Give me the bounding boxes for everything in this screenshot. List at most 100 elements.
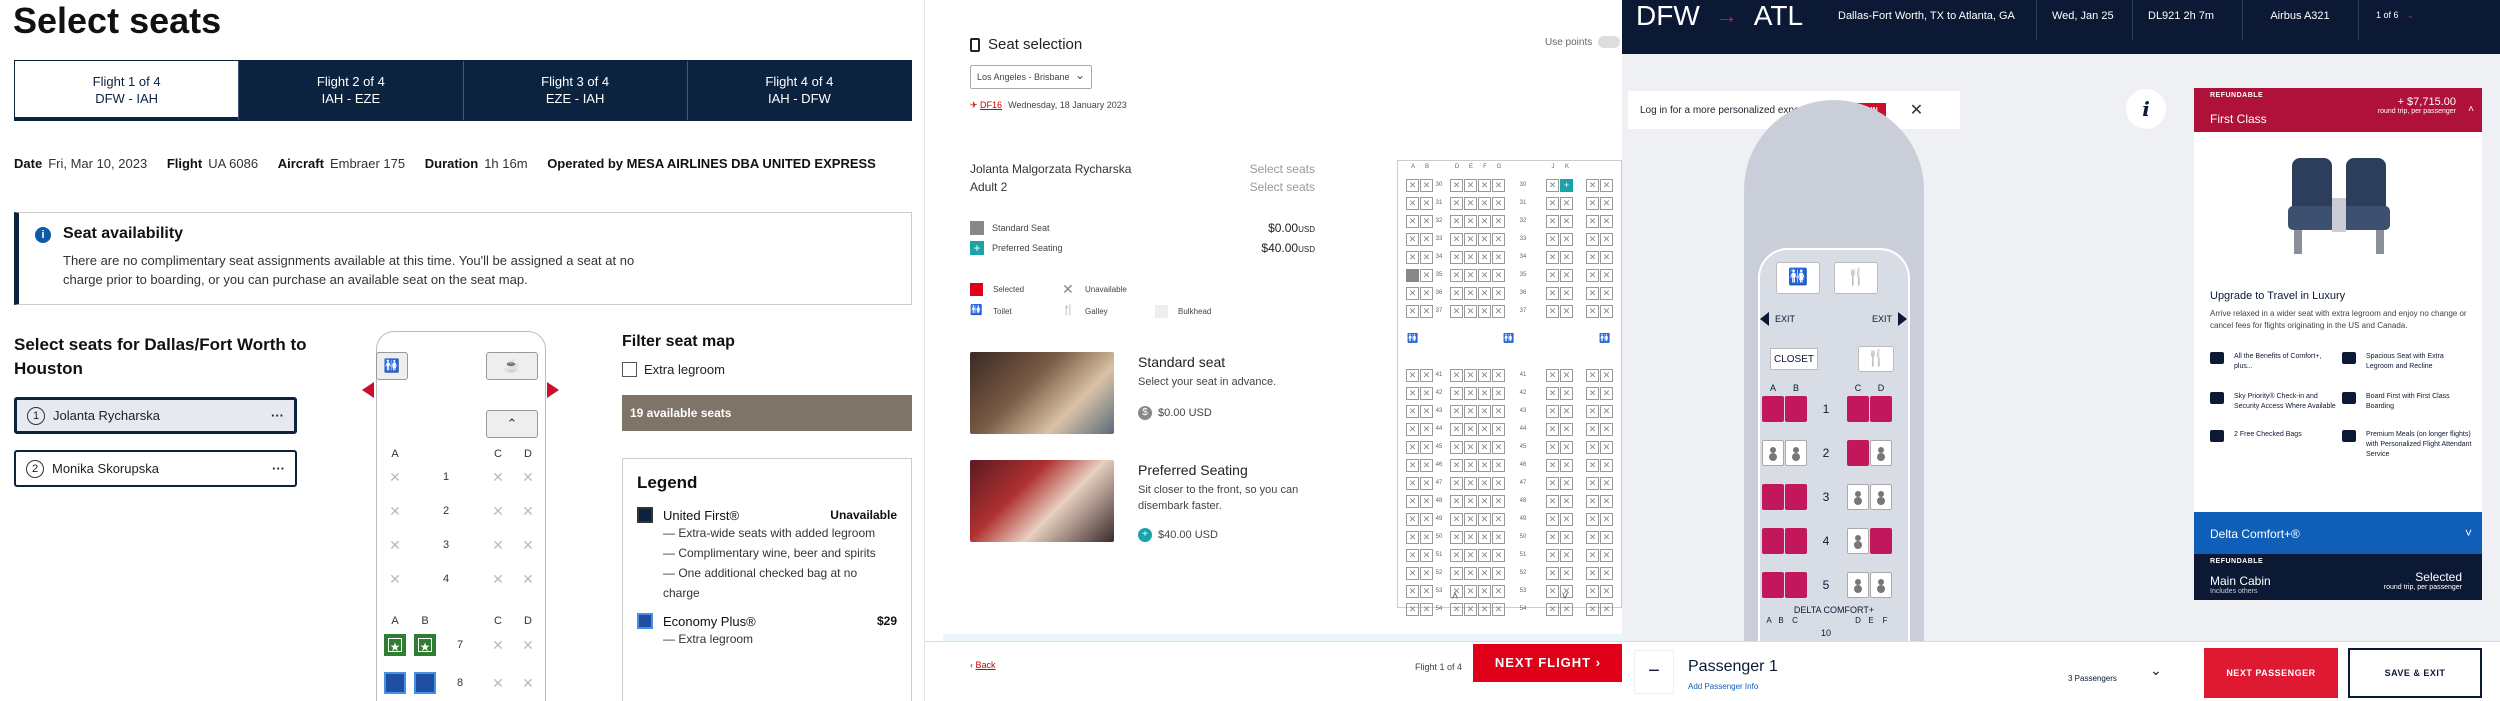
seat-occupied [1870, 528, 1892, 554]
seat: ✕ [1450, 495, 1463, 508]
seat-unavailable: ✕ [522, 637, 534, 653]
key-bulkhead: Bulkhead [1155, 305, 1211, 318]
row-number: 41 [1435, 372, 1443, 378]
preferred-seating-card[interactable]: Preferred Seating Sit closer to the fron… [970, 460, 1315, 542]
checkbox-box[interactable] [622, 362, 637, 377]
seat: ✕ [1478, 531, 1491, 544]
flight-value: UA 6086 [208, 156, 259, 171]
delta-seat-selection-panel: DFW → ATL Dallas-Fort Worth, TX to Atlanta… [1622, 0, 2500, 701]
row-number: 45 [1519, 444, 1527, 450]
chevron-down-icon[interactable]: ˅ [1558, 589, 1572, 603]
chevron-down-icon[interactable]: ⌄ [2150, 662, 2162, 679]
tab-flight-3[interactable]: Flight 3 of 4 EZE - IAH [462, 61, 687, 120]
chevron-down-icon: ˅ [2464, 526, 2472, 540]
seat-available[interactable] [1847, 572, 1869, 598]
seat: ✕ [1560, 233, 1573, 246]
seat-unavailable: ✕ [522, 571, 534, 587]
key-label: Unavailable [1085, 285, 1127, 294]
main-cabin-option[interactable]: REFUNDABLE Main Cabin Includes others Sel… [2194, 554, 2482, 600]
meal-icon [2342, 430, 2356, 442]
collapse-button[interactable]: − [1634, 650, 1674, 694]
seat-available[interactable] [1847, 528, 1869, 554]
seat: ✕ [1492, 495, 1505, 508]
delta-comfort-option[interactable]: Delta Comfort+® ˅ [2194, 512, 2482, 554]
tab-route: IAH - DFW [767, 91, 831, 106]
seat: ✕ [1600, 549, 1613, 562]
seat: ✕ [1600, 387, 1613, 400]
flight-pager[interactable]: 1 of 6 ⌄ [2376, 10, 2414, 21]
seat: ✕ [1492, 287, 1505, 300]
seat-available[interactable] [1870, 572, 1892, 598]
seat-available-extra[interactable]: ★ [414, 634, 436, 656]
chevron-up-icon[interactable]: ˄ [1448, 589, 1462, 603]
row-number: 42 [1435, 390, 1443, 396]
seat: ✕ [1450, 269, 1463, 282]
seat-available-plus[interactable] [384, 672, 406, 694]
select-seats-status[interactable]: Select seats [1227, 178, 1315, 196]
row-number: 53 [1435, 588, 1443, 594]
next-passenger-button[interactable]: NEXT PASSENGER [2204, 648, 2338, 698]
seat-available[interactable] [1870, 484, 1892, 510]
add-passenger-info-link[interactable]: Add Passenger Info [1688, 682, 1758, 691]
legend-label: United First® [663, 507, 740, 523]
tab-route: IAH - EZE [321, 91, 381, 106]
seat-available[interactable] [1870, 440, 1892, 466]
price-value: $40.00 USD [1158, 529, 1218, 541]
row-number: 41 [1519, 372, 1527, 378]
save-exit-button[interactable]: SAVE & EXIT [2348, 648, 2482, 698]
extra-legroom-checkbox[interactable]: Extra legroom [622, 362, 725, 377]
select-seats-status[interactable]: Select seats [1227, 160, 1315, 178]
selected-swatch [970, 283, 983, 296]
standard-seat-card[interactable]: Standard seat Select your seat in advanc… [970, 352, 1315, 434]
key-galley: 🍴 Galley [1062, 305, 1108, 318]
seat: ✕ [1464, 197, 1477, 210]
seat: ✕ [1450, 423, 1463, 436]
seat: ✕ [1546, 369, 1559, 382]
toggle-switch[interactable] [1598, 36, 1621, 48]
route-select[interactable]: Los Angeles - Brisbane [970, 65, 1092, 89]
more-icon[interactable]: ··· [272, 461, 285, 476]
more-icon[interactable]: ··· [271, 408, 284, 423]
close-icon[interactable]: ✕ [1910, 100, 1923, 120]
seat: ✕ [1600, 495, 1613, 508]
row-number: 10 [1820, 628, 1831, 638]
next-flight-button[interactable]: NEXT FLIGHT › [1473, 644, 1622, 682]
notice-body: There are no complimentary seat assignme… [63, 253, 635, 287]
seat: ✕ [1586, 459, 1599, 472]
seat-available[interactable] [1847, 484, 1869, 510]
standard-seat-photo [970, 352, 1114, 434]
refundable-tag: REFUNDABLE [2210, 92, 2264, 99]
row-number: 2 [442, 505, 450, 517]
tab-flight-2[interactable]: Flight 2 of 4 IAH - EZE [238, 61, 463, 120]
tab-flight-4[interactable]: Flight 4 of 4 IAH - DFW [686, 61, 911, 120]
price-unit: USD [1298, 225, 1315, 234]
benefit-item: Premium Meals (on longer flights) with P… [2342, 430, 2472, 460]
use-points-toggle[interactable]: Use points [1545, 36, 1621, 48]
seat: ✕ [1492, 549, 1505, 562]
wing-left-icon [362, 382, 374, 398]
seat: ✕ [1450, 197, 1463, 210]
legend-title: Legend [637, 473, 698, 492]
seat-available-plus[interactable] [414, 672, 436, 694]
seat: ✕ [1600, 269, 1613, 282]
row-number: 1 [442, 471, 450, 483]
seat-available[interactable] [1785, 440, 1807, 466]
seat: ✕ [1492, 233, 1505, 246]
column-header: A [1769, 383, 1776, 393]
back-link[interactable]: ‹ Back [970, 660, 996, 670]
seat-available-extra[interactable]: ★ [384, 634, 406, 656]
seat-available[interactable] [1762, 440, 1784, 466]
divider [2242, 0, 2243, 40]
passenger-2-button[interactable]: 2 Monika Skorupska ··· [14, 450, 297, 487]
first-class-option[interactable]: REFUNDABLE First Class + $7,715.00 round … [2194, 88, 2482, 132]
seat[interactable] [1406, 269, 1419, 282]
flight-code-link[interactable]: DF16 [980, 100, 1002, 110]
price-icon: $ [1138, 406, 1152, 420]
passenger-1-button[interactable]: 1 Jolanta Rycharska ··· [14, 397, 297, 434]
tab-label: Flight 3 of 4 [541, 74, 610, 89]
row-number: 47 [1435, 480, 1443, 486]
seat[interactable]: + [1560, 179, 1573, 192]
tab-flight-1[interactable]: Flight 1 of 4 DFW - IAH [15, 61, 239, 120]
seat: ✕ [1560, 251, 1573, 264]
info-icon[interactable]: i [2126, 89, 2166, 129]
